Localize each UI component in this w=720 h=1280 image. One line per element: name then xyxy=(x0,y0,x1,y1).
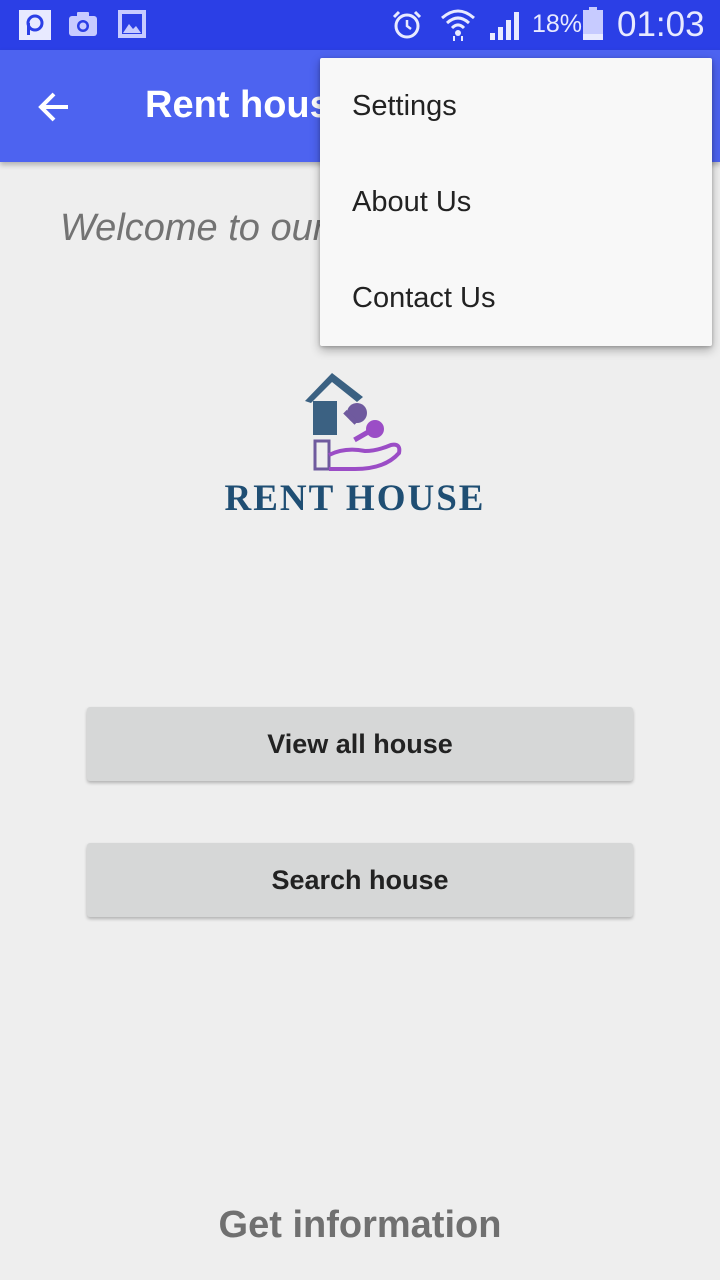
status-time: 01:03 xyxy=(617,5,705,44)
camera-icon xyxy=(68,9,98,44)
overflow-menu: Settings About Us Contact Us xyxy=(320,58,712,346)
search-house-button[interactable]: Search house xyxy=(87,843,633,917)
menu-item-about-us[interactable]: About Us xyxy=(320,154,712,250)
menu-item-contact-us[interactable]: Contact Us xyxy=(320,250,712,346)
gallery-icon xyxy=(117,9,147,44)
signal-icon xyxy=(488,9,524,46)
back-arrow-icon[interactable] xyxy=(30,84,80,130)
view-all-house-button[interactable]: View all house xyxy=(87,707,633,781)
alarm-icon xyxy=(391,9,423,46)
welcome-text: Welcome to our xyxy=(60,207,326,249)
logo-wordmark: RENT HOUSE xyxy=(224,478,486,519)
rent-house-logo: RENT HOUSE xyxy=(215,365,495,525)
wifi-icon xyxy=(440,6,476,47)
menu-item-settings[interactable]: Settings xyxy=(320,58,712,154)
battery-icon xyxy=(582,7,604,46)
get-information-heading: Get information xyxy=(218,1204,502,1246)
status-bar: 18% 01:03 xyxy=(0,0,720,50)
battery-percent: 18% xyxy=(532,10,583,38)
pocket-app-icon xyxy=(18,9,52,46)
